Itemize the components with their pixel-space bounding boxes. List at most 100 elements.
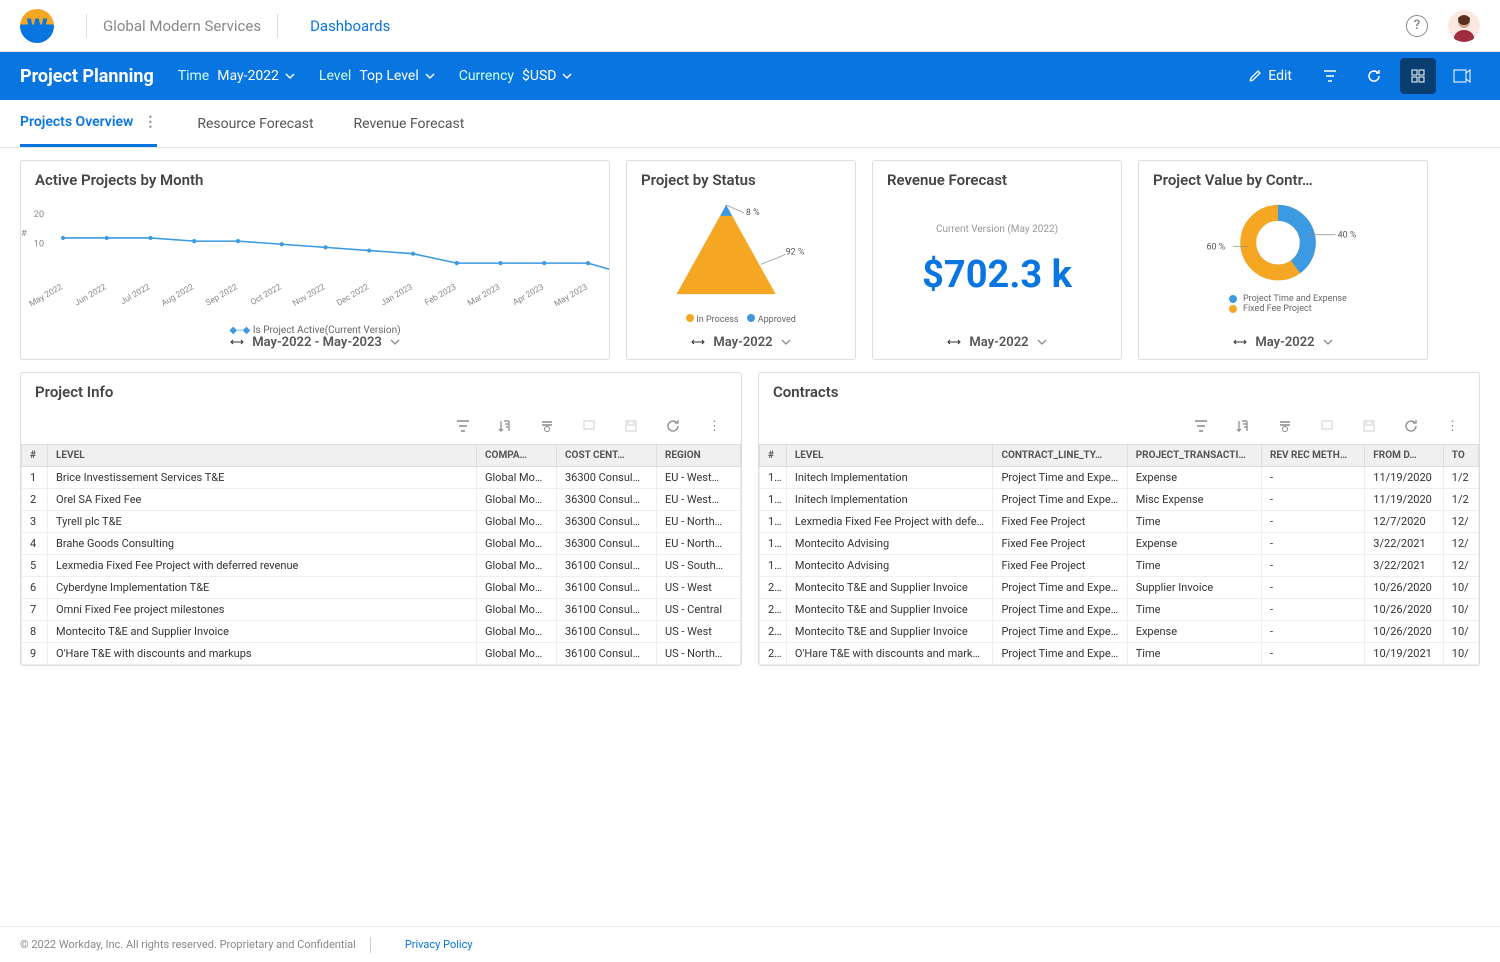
table-row[interactable]: 4Brahe Goods ConsultingGlobal Mo…36300 C… bbox=[22, 533, 741, 555]
chevron-down-icon bbox=[390, 337, 400, 347]
column-header[interactable]: # bbox=[760, 445, 787, 467]
column-header[interactable]: COMPA… bbox=[477, 445, 557, 467]
more-icon[interactable]: ⋮ bbox=[708, 419, 721, 434]
svg-text:20: 20 bbox=[34, 209, 45, 220]
table-row[interactable]: 6Cyberdyne Implementation T&EGlobal Mo…3… bbox=[22, 577, 741, 599]
column-header[interactable]: FROM D… bbox=[1365, 445, 1444, 467]
settings-icon[interactable] bbox=[540, 419, 554, 434]
column-header[interactable]: CONTRACT_LINE_TY… bbox=[993, 445, 1127, 467]
panel-contracts: Contracts ⋮ #LEVELCONTRACT_LINE_TY…PROJE… bbox=[758, 372, 1480, 666]
table-row[interactable]: 9O'Hare T&E with discounts and markupsGl… bbox=[22, 643, 741, 665]
table-row[interactable]: 1Brice Investissement Services T&EGlobal… bbox=[22, 467, 741, 489]
column-header[interactable]: TO bbox=[1443, 445, 1478, 467]
table-row[interactable]: 16Initech ImplementationProject Time and… bbox=[760, 489, 1479, 511]
svg-text:#: # bbox=[21, 228, 27, 239]
panel-title: Project Info bbox=[21, 373, 741, 411]
panel-title: Contracts bbox=[759, 373, 1479, 411]
filter-icon[interactable] bbox=[1194, 419, 1208, 434]
tab-more-icon[interactable]: ⋮ bbox=[143, 114, 157, 130]
card-range-selector[interactable]: May-2022 bbox=[627, 325, 855, 359]
sort-icon[interactable] bbox=[1236, 419, 1250, 434]
pin-icon[interactable] bbox=[1320, 419, 1334, 434]
toolbar: Project Planning Time May-2022 Level Top… bbox=[0, 52, 1500, 100]
table-row[interactable]: 18Montecito AdvisingFixed Fee ProjectExp… bbox=[760, 533, 1479, 555]
svg-text:Dec 2022: Dec 2022 bbox=[335, 282, 371, 308]
table-row[interactable]: 15Initech ImplementationProject Time and… bbox=[760, 467, 1479, 489]
kpi-tile[interactable]: Current Version (May 2022) $702.3 k bbox=[873, 195, 1121, 325]
workday-logo-icon[interactable] bbox=[20, 9, 54, 43]
table-row[interactable]: 20Montecito T&E and Supplier InvoiceProj… bbox=[760, 577, 1479, 599]
refresh-icon[interactable] bbox=[666, 419, 680, 434]
sort-icon[interactable] bbox=[498, 419, 512, 434]
table-row[interactable]: 2Orel SA Fixed FeeGlobal Mo…36300 Consul… bbox=[22, 489, 741, 511]
status-side-pct: 92 % bbox=[786, 247, 805, 257]
table-row[interactable]: 21Montecito T&E and Supplier InvoiceProj… bbox=[760, 599, 1479, 621]
svg-text:May 2022: May 2022 bbox=[28, 282, 65, 309]
divider bbox=[277, 14, 278, 38]
table-row[interactable]: 7Omni Fixed Fee project milestonesGlobal… bbox=[22, 599, 741, 621]
panel-toolbar: ⋮ bbox=[21, 411, 741, 444]
table-row[interactable]: 22Montecito T&E and Supplier InvoiceProj… bbox=[760, 621, 1479, 643]
more-icon[interactable]: ⋮ bbox=[1446, 419, 1459, 434]
filter-icon-button[interactable] bbox=[1312, 58, 1348, 94]
card-title: Active Projects by Month bbox=[21, 161, 609, 195]
table-row[interactable]: 19Montecito AdvisingFixed Fee ProjectTim… bbox=[760, 555, 1479, 577]
kpi-value: $702.3 k bbox=[922, 253, 1072, 297]
chart-legend: ◆--◆ Is Project Active(Current Version) bbox=[21, 325, 609, 336]
table-row[interactable]: 8Montecito T&E and Supplier InvoiceGloba… bbox=[22, 621, 741, 643]
tab-projects-overview[interactable]: Projects Overview⋮ bbox=[20, 100, 157, 147]
table-row[interactable]: 5Lexmedia Fixed Fee Project with deferre… bbox=[22, 555, 741, 577]
filter-time-value[interactable]: May-2022 bbox=[217, 68, 295, 84]
grid-view-button[interactable] bbox=[1400, 58, 1436, 94]
column-header[interactable]: COST CENT… bbox=[557, 445, 657, 467]
card-range-selector[interactable]: May-2022 bbox=[873, 325, 1121, 359]
tab-resource-forecast[interactable]: Resource Forecast bbox=[197, 100, 313, 147]
refresh-icon[interactable] bbox=[1404, 419, 1418, 434]
footer: © 2022 Workday, Inc. All rights reserved… bbox=[0, 926, 1500, 962]
page-title: Project Planning bbox=[20, 66, 154, 87]
copyright: © 2022 Workday, Inc. All rights reserved… bbox=[20, 938, 356, 951]
svg-text:Sep 2022: Sep 2022 bbox=[204, 282, 240, 308]
filter-level-value[interactable]: Top Level bbox=[359, 68, 434, 84]
contracts-table[interactable]: #LEVELCONTRACT_LINE_TY…PROJECT_TRANSACTI… bbox=[759, 444, 1479, 665]
user-avatar[interactable] bbox=[1448, 10, 1480, 42]
triangle-chart[interactable]: 8 % 92 % In Process Approved bbox=[627, 195, 855, 325]
filter-currency-value[interactable]: $USD bbox=[522, 68, 572, 84]
line-chart[interactable]: 20 10 # May 2022Jun 2022Jul 2022Aug 2022… bbox=[21, 195, 609, 325]
table-row[interactable]: 3Tyrell plc T&EGlobal Mo…36300 Consul…EU… bbox=[22, 511, 741, 533]
svg-text:May 2023: May 2023 bbox=[553, 282, 590, 309]
column-header[interactable]: REGION bbox=[657, 445, 741, 467]
table-row[interactable]: 23O'Hare T&E with discounts and markupsP… bbox=[760, 643, 1479, 665]
column-header[interactable]: LEVEL bbox=[48, 445, 477, 467]
donut-chart[interactable]: 60 % 40 % Project Time and Expense Fixed… bbox=[1139, 195, 1427, 325]
privacy-link[interactable]: Privacy Policy bbox=[405, 938, 473, 951]
breadcrumb-dashboards[interactable]: Dashboards bbox=[310, 17, 390, 35]
column-header[interactable]: PROJECT_TRANSACTI… bbox=[1127, 445, 1261, 467]
edit-button[interactable]: Edit bbox=[1236, 62, 1304, 90]
card-range-selector[interactable]: May-2022 bbox=[1139, 325, 1427, 359]
column-header[interactable]: REV REC METH… bbox=[1262, 445, 1365, 467]
svg-text:Oct 2022: Oct 2022 bbox=[249, 282, 284, 308]
filter-icon[interactable] bbox=[456, 419, 470, 434]
tab-revenue-forecast[interactable]: Revenue Forecast bbox=[354, 100, 465, 147]
range-icon bbox=[691, 337, 705, 347]
table-row[interactable]: 17Lexmedia Fixed Fee Project with deferr… bbox=[760, 511, 1479, 533]
filter-level-label: Level bbox=[319, 68, 351, 84]
refresh-button[interactable] bbox=[1356, 58, 1392, 94]
pin-icon[interactable] bbox=[582, 419, 596, 434]
svg-text:Apr 2023: Apr 2023 bbox=[511, 282, 546, 308]
top-bar: Global Modern Services Dashboards ? bbox=[0, 0, 1500, 52]
divider bbox=[86, 14, 87, 38]
project-info-table[interactable]: #LEVELCOMPA…COST CENT…REGION 1Brice Inve… bbox=[21, 444, 741, 665]
refresh-icon bbox=[1366, 68, 1382, 84]
settings-icon[interactable] bbox=[1278, 419, 1292, 434]
column-header[interactable]: # bbox=[22, 445, 48, 467]
chevron-down-icon bbox=[285, 71, 295, 81]
save-icon[interactable] bbox=[1362, 419, 1376, 434]
column-header[interactable]: LEVEL bbox=[786, 445, 993, 467]
save-icon[interactable] bbox=[624, 419, 638, 434]
help-icon[interactable]: ? bbox=[1406, 15, 1428, 37]
filter-time-label: Time bbox=[178, 68, 209, 84]
chevron-down-icon bbox=[562, 71, 572, 81]
present-button[interactable] bbox=[1444, 58, 1480, 94]
